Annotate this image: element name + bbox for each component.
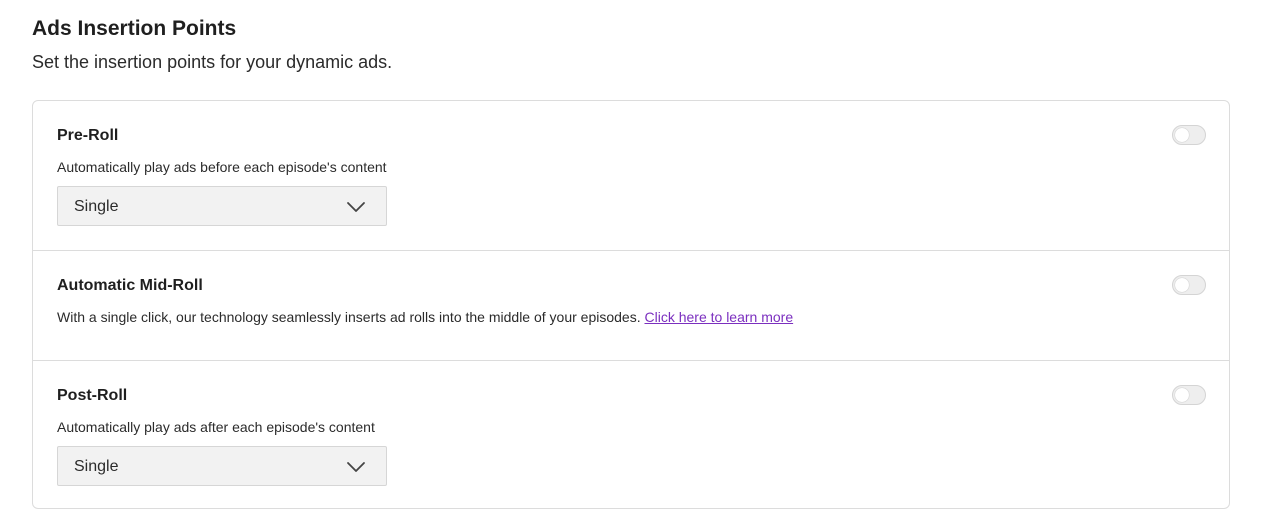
mid-roll-title: Automatic Mid-Roll	[57, 277, 203, 294]
pre-roll-select[interactable]: Single	[57, 186, 387, 226]
toggle-knob	[1175, 128, 1189, 142]
toggle-knob	[1175, 388, 1189, 402]
insertion-points-card: Pre-Roll Automatically play ads before e…	[32, 100, 1230, 509]
learn-more-link[interactable]: Click here to learn more	[645, 309, 794, 325]
post-roll-toggle[interactable]	[1172, 385, 1206, 405]
mid-roll-section: Automatic Mid-Roll With a single click, …	[33, 251, 1229, 361]
pre-roll-description: Automatically play ads before each episo…	[57, 159, 387, 175]
pre-roll-section: Pre-Roll Automatically play ads before e…	[33, 101, 1229, 251]
chevron-down-icon	[347, 462, 365, 472]
post-roll-select-value: Single	[74, 458, 119, 475]
mid-roll-description-text: With a single click, our technology seam…	[57, 309, 641, 325]
post-roll-section: Post-Roll Automatically play ads after e…	[33, 361, 1229, 508]
mid-roll-toggle[interactable]	[1172, 275, 1206, 295]
page-title: Ads Insertion Points	[32, 17, 237, 40]
page-header: Ads Insertion Points Set the insertion p…	[32, 16, 392, 74]
pre-roll-select-value: Single	[74, 198, 119, 215]
mid-roll-description: With a single click, our technology seam…	[57, 308, 793, 326]
toggle-knob	[1175, 278, 1189, 292]
pre-roll-title: Pre-Roll	[57, 127, 119, 144]
post-roll-title: Post-Roll	[57, 387, 128, 404]
pre-roll-toggle[interactable]	[1172, 125, 1206, 145]
page-subtitle: Set the insertion points for your dynami…	[32, 52, 393, 72]
chevron-down-icon	[347, 202, 365, 212]
post-roll-select[interactable]: Single	[57, 446, 387, 486]
post-roll-description: Automatically play ads after each episod…	[57, 419, 375, 435]
